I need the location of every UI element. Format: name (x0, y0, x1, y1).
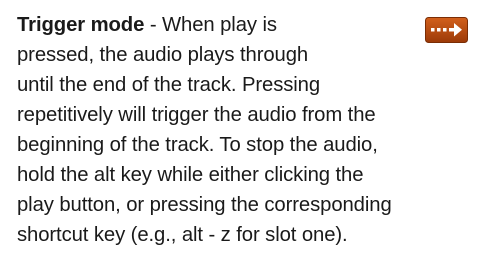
paragraph-line-5: beginning of the track. To stop the audi… (17, 134, 378, 156)
paragraph-line-1: Trigger mode - When play is (17, 10, 487, 40)
paragraph-line-2: pressed, the audio plays through (17, 44, 309, 66)
mode-term: Trigger mode (17, 14, 145, 36)
paragraph-line-8: shortcut key (e.g., alt - z for slot one… (17, 224, 348, 246)
paragraph-line-4: repetitively will trigger the audio from… (17, 104, 376, 126)
dotted-arrow-icon (425, 17, 468, 43)
line-text: When play is (162, 14, 277, 36)
paragraph-line-3: until the end of the track. Pressing (17, 74, 321, 96)
paragraph-line-6: hold the alt key while either clicking t… (17, 164, 364, 186)
paragraph-line-7: play button, or pressing the correspondi… (17, 194, 392, 216)
description-paragraph: Trigger mode - When play is pressed, the… (17, 10, 487, 250)
trigger-mode-description: Trigger mode - When play is pressed, the… (17, 10, 487, 250)
term-separator: - (144, 14, 163, 36)
